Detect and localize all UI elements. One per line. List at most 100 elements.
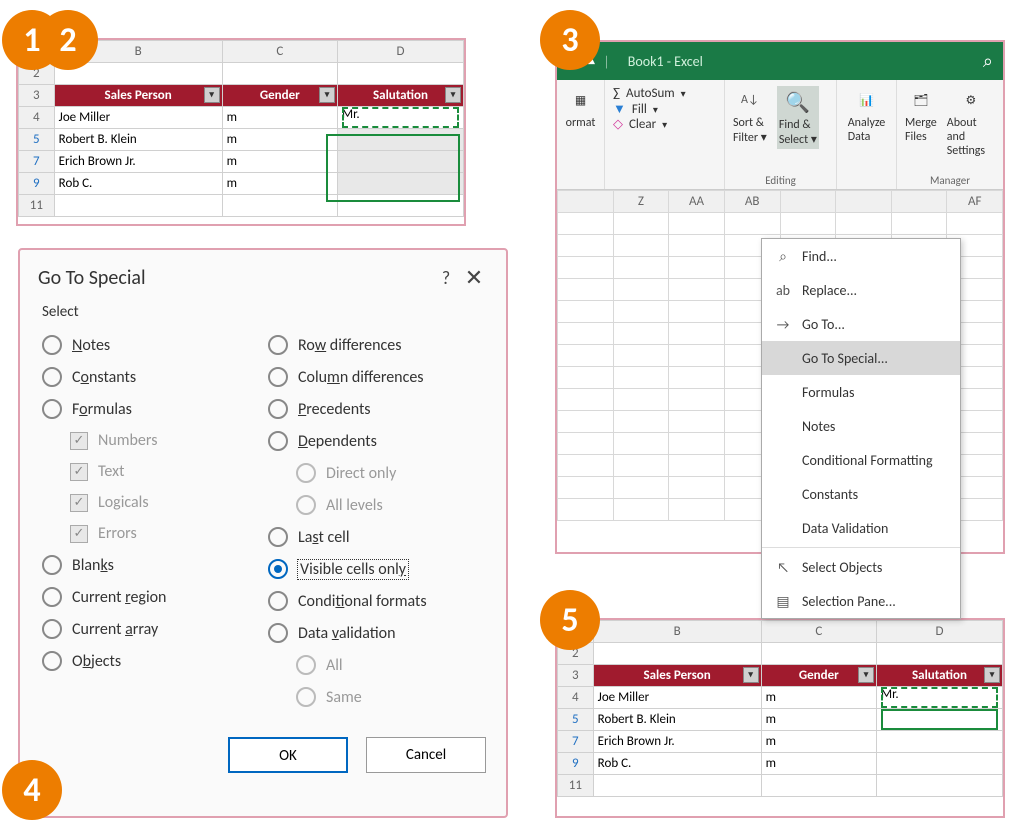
analyze-data-button[interactable]: 📊 AnalyzeData bbox=[845, 86, 888, 144]
row-header[interactable]: 5 bbox=[19, 129, 55, 151]
cell[interactable]: Robert B. Klein bbox=[593, 709, 761, 731]
cell[interactable] bbox=[593, 643, 761, 665]
help-button[interactable]: ? bbox=[432, 267, 460, 289]
table-header[interactable]: Sales Person ▾ bbox=[593, 665, 761, 687]
cell[interactable] bbox=[222, 63, 337, 85]
search-icon[interactable]: ⌕ bbox=[983, 50, 993, 72]
menu-item[interactable]: abReplace... bbox=[762, 273, 960, 307]
row-header[interactable]: 9 bbox=[558, 753, 594, 775]
cell[interactable]: Erich Brown Jr. bbox=[54, 151, 222, 173]
row-header[interactable]: 7 bbox=[19, 151, 55, 173]
col-header[interactable] bbox=[891, 191, 947, 213]
table-header[interactable]: Gender ▾ bbox=[222, 85, 337, 107]
radio-option[interactable]: Conditional formats bbox=[268, 585, 484, 617]
table-header[interactable]: Gender ▾ bbox=[761, 665, 876, 687]
col-header[interactable]: B bbox=[593, 621, 761, 643]
clear-button[interactable]: ◇Clear▾ bbox=[613, 117, 716, 132]
cell[interactable] bbox=[54, 195, 222, 217]
radio-option[interactable]: Column differences bbox=[268, 361, 484, 393]
row-header[interactable]: 4 bbox=[19, 107, 55, 129]
radio-option[interactable]: Current array bbox=[42, 613, 258, 645]
autosum-button[interactable]: ∑AutoSum▾ bbox=[613, 86, 716, 101]
row-header[interactable]: 4 bbox=[558, 687, 594, 709]
cell[interactable] bbox=[877, 753, 1003, 775]
col-header[interactable]: D bbox=[877, 621, 1003, 643]
cell[interactable] bbox=[761, 643, 876, 665]
about-settings-button[interactable]: ⚙ About andSettings bbox=[947, 86, 995, 158]
menu-item[interactable]: →Go To... bbox=[762, 307, 960, 341]
filter-dropdown-icon[interactable]: ▾ bbox=[445, 87, 461, 103]
table-header[interactable]: Salutation ▾ bbox=[338, 85, 464, 107]
cell[interactable] bbox=[877, 775, 1003, 797]
cancel-button[interactable]: Cancel bbox=[366, 737, 486, 773]
radio-option[interactable]: Data validation bbox=[268, 617, 484, 649]
cell[interactable] bbox=[593, 775, 761, 797]
close-button[interactable]: ✕ bbox=[460, 264, 488, 291]
cell[interactable]: Mr. bbox=[877, 687, 1003, 709]
filter-active-icon[interactable]: ▾ bbox=[319, 87, 335, 103]
cell[interactable] bbox=[338, 63, 464, 85]
col-header[interactable]: Z bbox=[613, 191, 669, 213]
table-header[interactable]: Salutation ▾ bbox=[877, 665, 1003, 687]
cell[interactable] bbox=[877, 731, 1003, 753]
row-header[interactable]: 11 bbox=[19, 195, 55, 217]
cell[interactable]: Rob C. bbox=[593, 753, 761, 775]
radio-option[interactable]: Precedents bbox=[268, 393, 484, 425]
cell[interactable] bbox=[877, 709, 1003, 731]
filter-dropdown-icon[interactable]: ▾ bbox=[204, 87, 220, 103]
merge-files-button[interactable]: 🗂 MergeFiles bbox=[905, 86, 937, 158]
filter-active-icon[interactable]: ▾ bbox=[858, 667, 874, 683]
cell[interactable]: m bbox=[761, 753, 876, 775]
col-header[interactable] bbox=[780, 191, 836, 213]
cell[interactable]: m bbox=[761, 687, 876, 709]
cell[interactable]: Joe Miller bbox=[593, 687, 761, 709]
row-header[interactable]: 11 bbox=[558, 775, 594, 797]
radio-option[interactable]: Last cell bbox=[268, 521, 484, 553]
table-header[interactable]: Sales Person ▾ bbox=[54, 85, 222, 107]
col-header[interactable]: C bbox=[761, 621, 876, 643]
row-header[interactable]: 9 bbox=[19, 173, 55, 195]
cell[interactable]: m bbox=[222, 173, 337, 195]
cell[interactable]: m bbox=[761, 731, 876, 753]
cell[interactable]: m bbox=[222, 107, 337, 129]
cell[interactable]: Mr. bbox=[338, 107, 464, 129]
menu-item[interactable]: ↖Select Objects bbox=[762, 550, 960, 584]
fill-button[interactable]: ▼Fill▾ bbox=[613, 101, 716, 117]
menu-item[interactable]: ▤Selection Pane... bbox=[762, 584, 960, 618]
row-header[interactable]: 3 bbox=[558, 665, 594, 687]
radio-option[interactable]: Visible cells only bbox=[268, 553, 484, 585]
find-select-button[interactable]: 🔍 Find &Select ▾ bbox=[777, 86, 819, 149]
cell[interactable] bbox=[222, 195, 337, 217]
radio-option[interactable]: Notes bbox=[42, 329, 258, 361]
menu-item[interactable]: Constants bbox=[762, 477, 960, 511]
ok-button[interactable]: OK bbox=[228, 737, 348, 773]
row-header[interactable]: 3 bbox=[19, 85, 55, 107]
cell[interactable] bbox=[338, 195, 464, 217]
radio-option[interactable]: Constants bbox=[42, 361, 258, 393]
cell[interactable] bbox=[338, 173, 464, 195]
cell[interactable] bbox=[338, 151, 464, 173]
format-button[interactable]: ▦ ormat bbox=[565, 86, 596, 130]
col-header[interactable] bbox=[836, 191, 892, 213]
worksheet[interactable]: BCD23 Sales Person ▾ Gender ▾ Salutation… bbox=[18, 40, 464, 217]
row-header[interactable]: 7 bbox=[558, 731, 594, 753]
menu-item[interactable]: Formulas bbox=[762, 375, 960, 409]
menu-item[interactable]: Conditional Formatting bbox=[762, 443, 960, 477]
cell[interactable]: Robert B. Klein bbox=[54, 129, 222, 151]
radio-option[interactable]: Row differences bbox=[268, 329, 484, 361]
radio-option[interactable]: Formulas bbox=[42, 393, 258, 425]
radio-option[interactable]: Blanks bbox=[42, 549, 258, 581]
filter-dropdown-icon[interactable]: ▾ bbox=[984, 667, 1000, 683]
menu-item[interactable]: ⌕Find... bbox=[762, 239, 960, 273]
radio-option[interactable]: Dependents bbox=[268, 425, 484, 457]
cell[interactable]: m bbox=[761, 709, 876, 731]
cell[interactable]: Rob C. bbox=[54, 173, 222, 195]
menu-item[interactable]: Notes bbox=[762, 409, 960, 443]
cell[interactable]: m bbox=[222, 151, 337, 173]
sort-filter-button[interactable]: A↓ Sort &Filter ▾ bbox=[733, 86, 767, 149]
radio-option[interactable]: Current region bbox=[42, 581, 258, 613]
cell[interactable]: Joe Miller bbox=[54, 107, 222, 129]
filter-dropdown-icon[interactable]: ▾ bbox=[743, 667, 759, 683]
menu-item[interactable]: Go To Special... bbox=[762, 341, 960, 375]
menu-item[interactable]: Data Validation bbox=[762, 511, 960, 545]
